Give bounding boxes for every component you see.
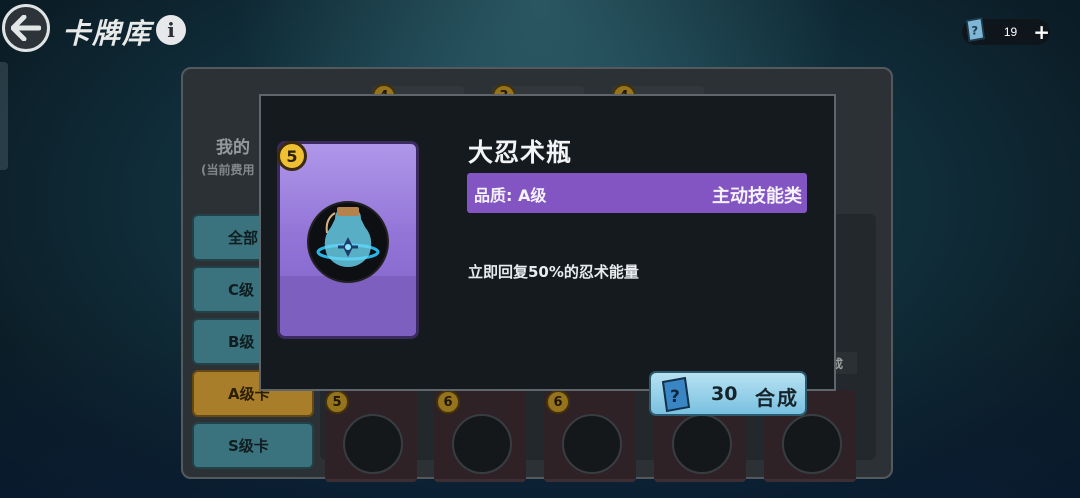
currency-counter: ? 19 + [962, 17, 1050, 45]
back-button[interactable] [2, 4, 50, 52]
svg-text:?: ? [971, 24, 978, 38]
item-name: 大忍术瓶 [468, 138, 573, 167]
add-currency-button[interactable]: + [1033, 22, 1050, 42]
skill-type-label: 主动技能类 [712, 186, 802, 207]
card-ticket-icon: ? [661, 377, 691, 413]
merge-label: 合成 [755, 386, 799, 410]
card-cost-badge: 5 [277, 141, 307, 171]
ninja-bottle-icon [307, 201, 389, 283]
card-ticket-icon: ? [965, 17, 986, 43]
info-icon[interactable]: i [156, 15, 186, 45]
page-title: 卡牌库 [62, 17, 153, 50]
item-description: 立即回复50%的忍术能量 [468, 263, 639, 281]
side-drawer-handle[interactable] [0, 62, 8, 170]
quality-label: 品质: A级 [474, 186, 547, 205]
currency-value: 19 [1003, 25, 1018, 39]
back-arrow-icon [11, 15, 41, 41]
svg-text:?: ? [670, 387, 680, 407]
merge-cost: 30 [711, 383, 738, 405]
